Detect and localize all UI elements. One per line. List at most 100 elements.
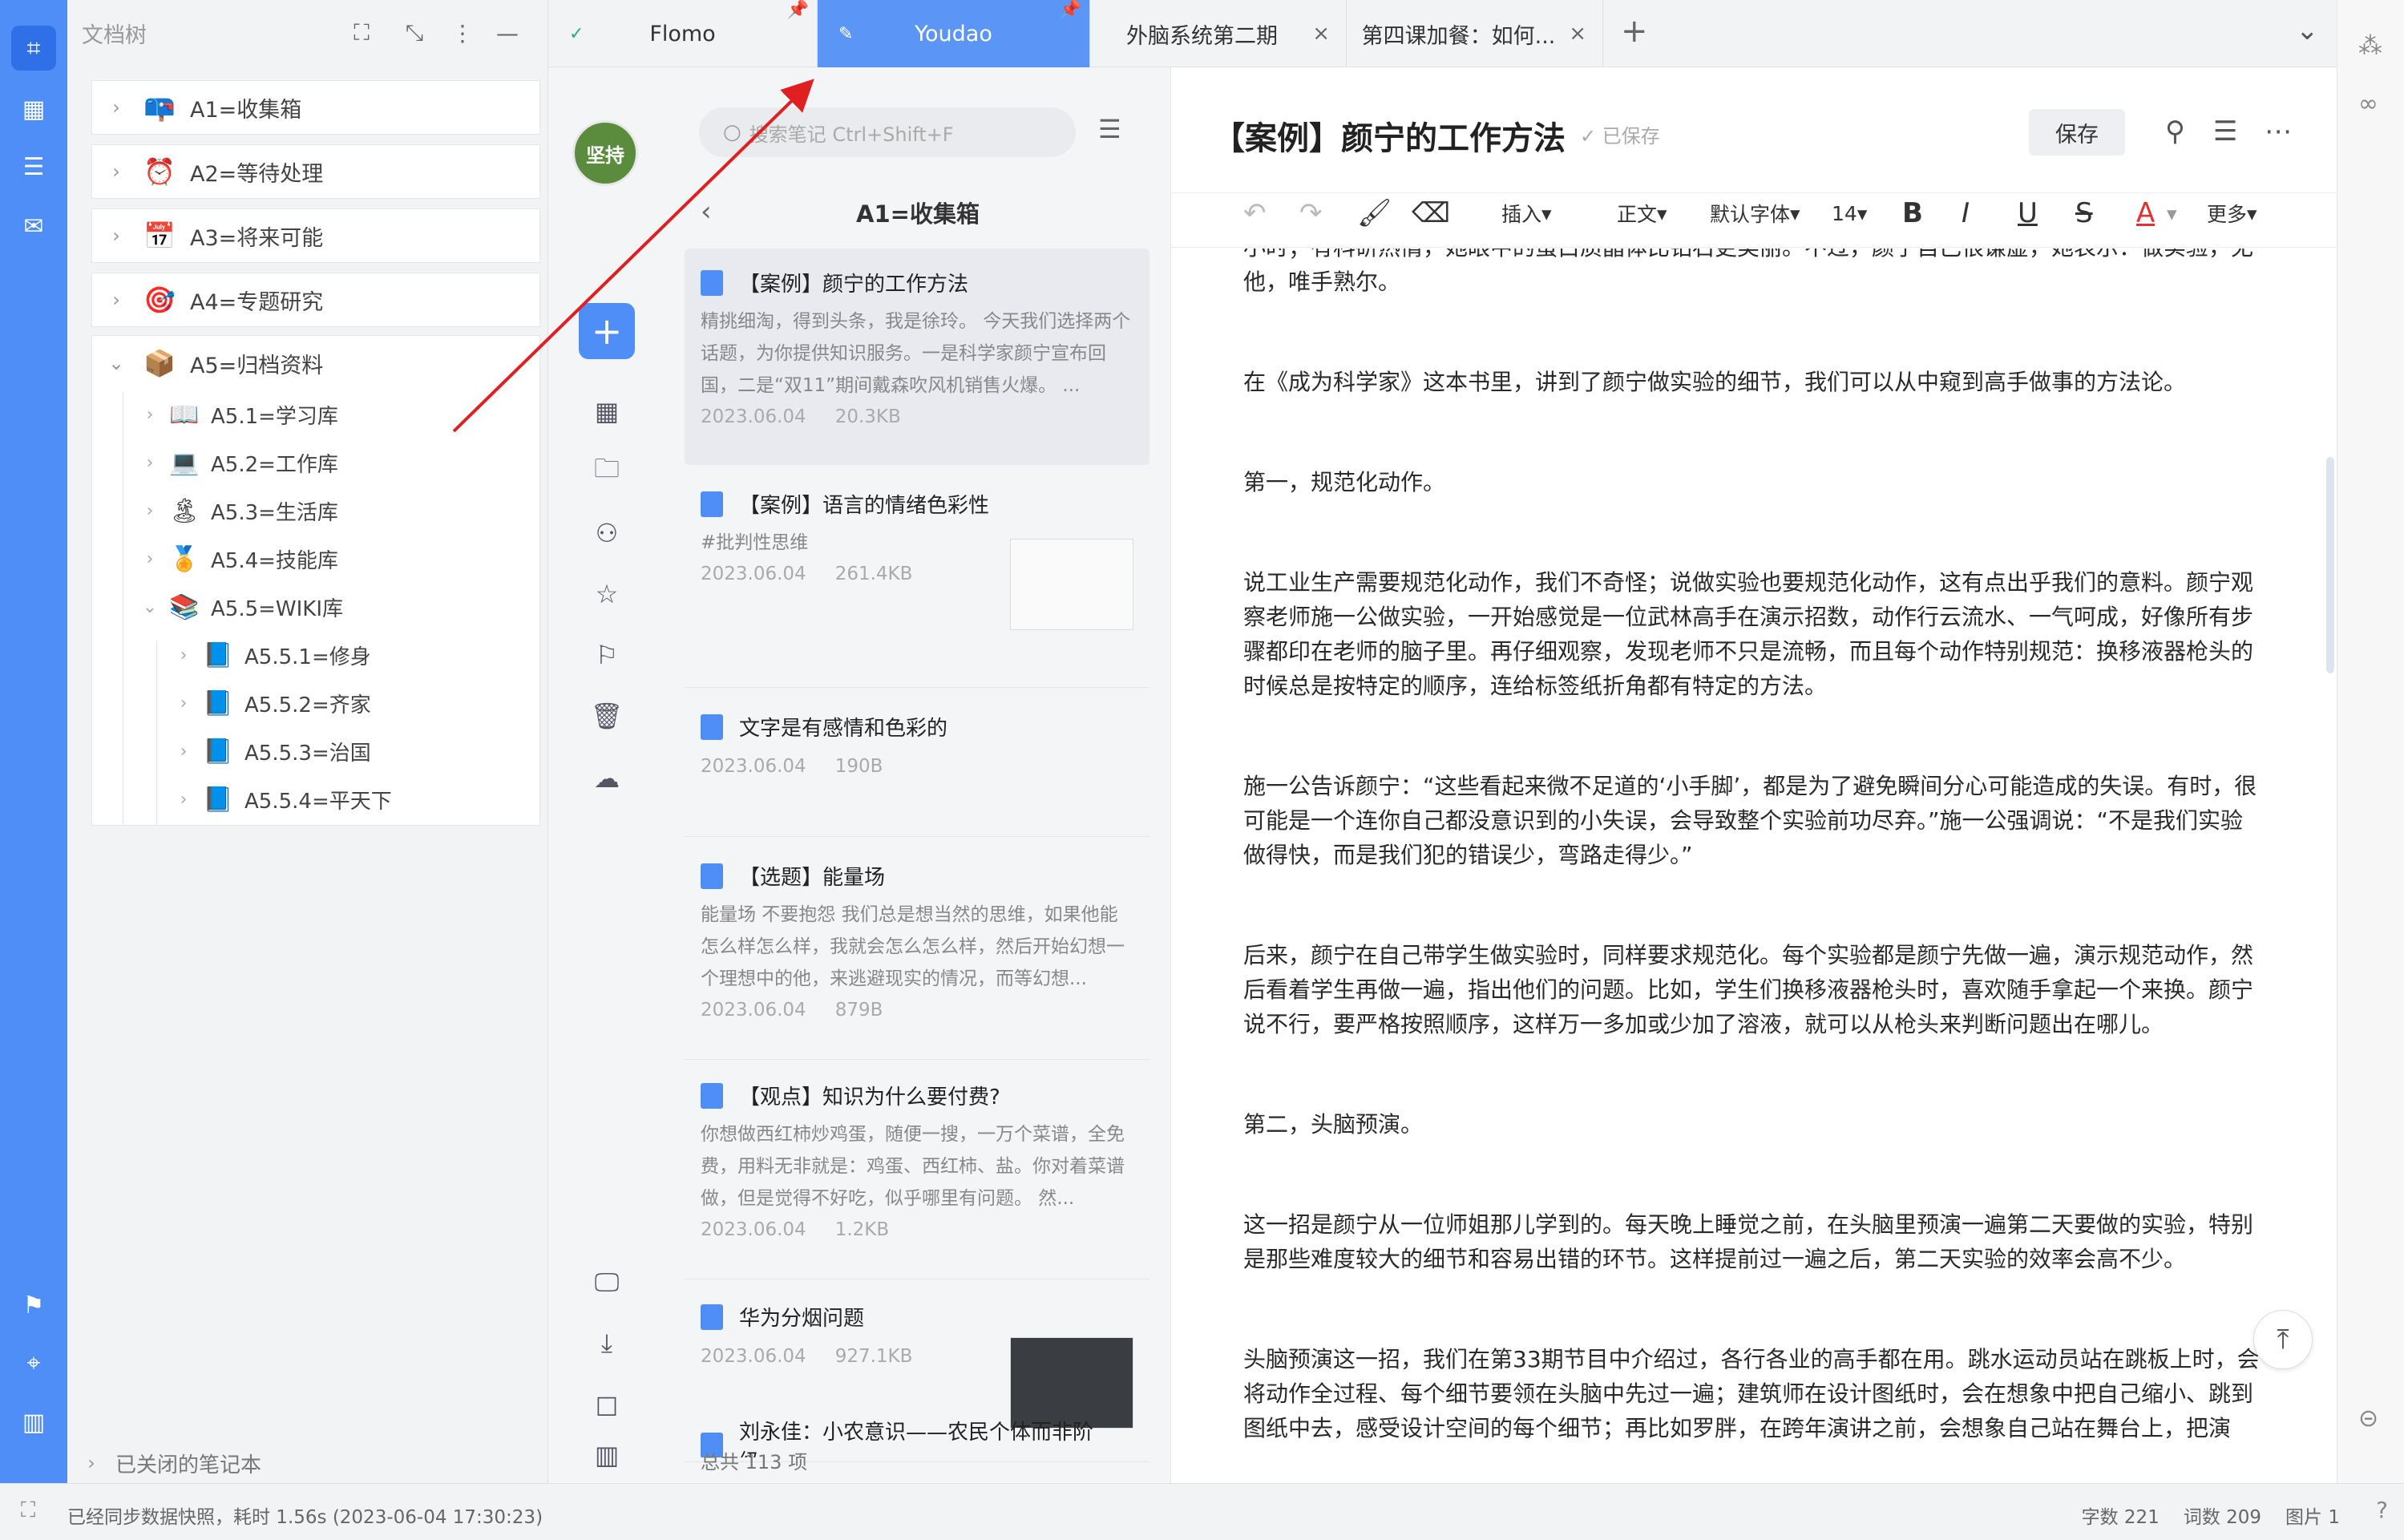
help-icon[interactable]: ? [2376,1497,2388,1523]
tree-item-a5-5-4[interactable]: › 📘 A5.5.4=平天下 [168,775,392,823]
layout-icon[interactable]: ▥ [11,1400,56,1445]
note-item[interactable]: 【观点】知识为什么要付费? 你想做西红柿炒鸡蛋，随便一搜，一万个菜谱，全免费，用… [685,1061,1149,1279]
tree-item-a5-4[interactable]: › 🏅 A5.4=技能库 [134,535,338,583]
tab-lesson4[interactable]: 第四课加餐：如何... × [1347,0,1603,67]
share-icon[interactable]: ⚲ [2165,115,2185,148]
sort-icon[interactable]: ☰ [1098,114,1121,144]
square-icon[interactable]: ☐ [587,1387,627,1427]
add-note-button[interactable]: + [579,303,635,359]
chevron-right-icon[interactable]: › [92,96,140,119]
insert-dropdown[interactable]: 插入 ▾ [1501,197,1552,229]
back-to-top-button[interactable]: ⤒ [2253,1310,2313,1369]
chevron-right-icon[interactable]: › [168,742,200,762]
bookmark-icon[interactable]: ⚑ [11,1283,56,1328]
search-input[interactable]: ○ 搜索笔记 Ctrl+Shift+F [699,107,1076,157]
chevron-right-icon[interactable]: › [168,693,200,713]
scrollbar[interactable] [2326,457,2334,673]
underline-icon[interactable]: U [2018,197,2038,229]
chevron-down-icon[interactable]: ⌄ [134,597,166,617]
bookmark-icon[interactable]: ⚐ [587,635,627,675]
tag-icon[interactable]: ⌖ [11,1340,56,1385]
more-dropdown[interactable]: 更多 ▾ [2207,197,2257,229]
chevron-down-icon[interactable]: ⌄ [92,352,140,374]
chevron-right-icon[interactable]: › [92,224,140,247]
chevron-right-icon[interactable]: › [92,289,140,311]
closed-notebooks[interactable]: › 已关闭的笔记本 [67,1443,548,1483]
backlink-icon[interactable]: ∞ [2358,90,2378,118]
close-icon[interactable]: × [1312,22,1330,46]
tab-label: 外脑系统第二期 [1126,23,1278,49]
tree-item-a1[interactable]: › 📪 A1=收集箱 [91,80,540,135]
pin-icon[interactable]: 📌 [787,0,809,20]
font-size-dropdown[interactable]: 14 ▾ [1832,197,1867,229]
italic-icon[interactable]: I [1962,197,1970,229]
pin-icon[interactable]: 📌 [1060,0,1081,20]
find-icon[interactable]: ☰ [2213,115,2237,148]
link-icon[interactable]: ⊝ [2358,1405,2378,1433]
tree-item-a5-5-1[interactable]: › 📘 A5.5.1=修身 [168,631,371,679]
font-color-icon[interactable]: A [2136,197,2155,229]
avatar[interactable]: 坚持 [572,120,638,186]
outline-icon[interactable]: ☰ [11,144,56,189]
format-painter-icon[interactable]: 🖌 [1357,197,1392,229]
strikethrough-icon[interactable]: S [2075,197,2093,229]
note-item[interactable]: 文字是有感情和色彩的 2023.06.04 190B [685,693,1149,837]
tree-item-a5[interactable]: ⌄ 📦 A5=归档资料 [92,336,539,390]
trash-icon[interactable]: 🗑 [587,696,627,736]
font-dropdown[interactable]: 默认字体 ▾ [1710,197,1800,229]
note-item[interactable]: 【案例】颜宁的工作方法 精挑细淘，得到头条，我是徐玲。 今天我们选择两个话题，为… [685,249,1149,465]
shared-icon[interactable]: ⚇ [587,513,627,553]
paragraph-style-dropdown[interactable]: 正文 ▾ [1617,197,1667,229]
cloud-icon[interactable]: ☁ [587,758,627,798]
monitor-icon[interactable]: 🖵 [587,1262,627,1302]
eraser-icon[interactable]: ⌫ [1412,197,1450,229]
tree-item-a2[interactable]: › ⏰ A2=等待处理 [91,144,540,199]
focus-icon[interactable]: ⛶ [343,14,380,51]
note-title-heading[interactable]: 【案例】颜宁的工作方法 [1213,112,1566,159]
redo-icon[interactable]: ↷ [1299,197,1323,229]
grid-icon[interactable]: ▦ [587,391,627,431]
more-icon[interactable]: ⋮ [444,14,481,51]
chevron-right-icon[interactable]: › [168,645,200,665]
tree-item-a4[interactable]: › 🎯 A4=专题研究 [91,273,540,327]
note-item[interactable]: 【选题】能量场 能量场 不要抱怨 我们总是想当然的思维，如果他能怎么样怎么样，我… [685,842,1149,1060]
add-tab-icon[interactable]: + [1621,13,1648,50]
chevron-right-icon[interactable]: › [92,160,140,183]
bold-icon[interactable]: B [1902,197,1923,229]
tab-youdao[interactable]: ✎ Youdao 📌 [818,0,1090,67]
tab-flomo[interactable]: ✓ Flomo 📌 [548,0,818,67]
widgets-icon[interactable]: ▦ [11,87,56,131]
save-button[interactable]: 保存 [2029,109,2125,156]
chevron-right-icon[interactable]: › [134,453,166,473]
screenshot-icon[interactable]: ⛶ [21,1498,35,1523]
graph-icon[interactable]: ⁂ [2358,32,2382,60]
tree-item-a5-1[interactable]: › 📖 A5.1=学习库 [134,390,338,439]
tree-item-a3[interactable]: › 📅 A3=将来可能 [91,208,540,263]
doc-tree-icon[interactable]: ⌗ [11,26,56,71]
tree-item-a5-2[interactable]: › 💻 A5.2=工作库 [134,439,338,487]
note-item[interactable]: 【案例】语言的情绪色彩性 #批判性思维 2023.06.04 261.4KB [685,470,1149,688]
close-icon[interactable]: × [1569,22,1586,46]
collapse-icon[interactable]: ⤡ [396,14,433,51]
more-icon[interactable]: ⋯ [2265,115,2292,148]
chevron-right-icon[interactable]: › [134,405,166,425]
tree-item-a5-5[interactable]: ⌄ 📚 A5.5=WIKI库 [134,583,343,631]
chevron-down-icon[interactable]: ⌄ [2296,14,2319,46]
star-icon[interactable]: ☆ [587,574,627,614]
inbox-icon[interactable]: ✉ [11,204,56,249]
tab-external-brain[interactable]: 外脑系统第二期 × [1090,0,1347,67]
tree-item-a5-3[interactable]: › 🏝 A5.3=生活库 [134,487,338,535]
folder-icon[interactable]: 🗀 [587,452,627,492]
chevron-right-icon[interactable]: › [134,501,166,521]
undo-icon[interactable]: ↶ [1243,197,1267,229]
chevron-right-icon[interactable]: › [67,1452,115,1474]
columns-icon[interactable]: ▥ [587,1435,627,1475]
download-icon[interactable]: ⤓ [587,1323,627,1363]
minimize-icon[interactable]: — [489,14,526,51]
tree-item-a5-5-2[interactable]: › 📘 A5.5.2=齐家 [168,679,371,727]
chevron-right-icon[interactable]: › [134,549,166,569]
editor-content[interactable]: 为什么颜宁如此高产？媒体披露了很多：高智商，从小就是学霸，超勤奋，每天泡在实验室… [1243,249,2261,1483]
chevron-right-icon[interactable]: › [168,790,200,810]
caret-down-icon[interactable]: ▾ [2167,197,2177,229]
tree-item-a5-5-3[interactable]: › 📘 A5.5.3=治国 [168,727,371,775]
